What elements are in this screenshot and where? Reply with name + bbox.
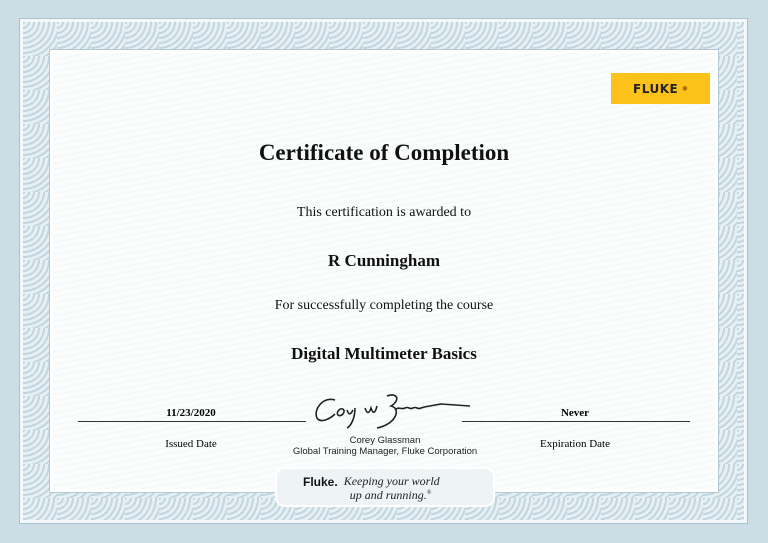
issued-label: Issued Date [165,438,217,450]
fluke-logo: FLUKE ● [611,73,710,104]
signature-image [315,394,471,429]
expiration-date: Never [560,407,590,419]
issued-line [78,421,306,422]
expiration-line [462,421,690,422]
banner-brand: Fluke. [303,475,338,489]
logo-text: FLUKE [633,81,679,96]
course-text: For successfully completing the course [274,298,494,313]
tagline-banner: Fluke. Keeping your world up and running… [275,467,495,507]
course-name: Digital Multimeter Basics [291,344,477,363]
signatory-name: Corey Glassman [349,435,421,446]
tagline-line-2: up and running. [349,488,427,502]
registered-mark: ● [682,85,688,92]
banner-tagline: Keeping your world up and running.® [344,475,440,501]
issued-date: 11/23/2020 [166,407,216,419]
awarded-text: This certification is awarded to [296,205,472,220]
signatory-title: Global Training Manager, Fluke Corporati… [292,446,478,457]
expiration-label: Expiration Date [540,438,610,450]
tagline-line-1: Keeping your world [343,474,440,488]
registered-mark: ® [426,490,432,496]
recipient-name: R Cunningham [328,251,440,270]
certificate-title: Certificate of Completion [258,140,510,165]
